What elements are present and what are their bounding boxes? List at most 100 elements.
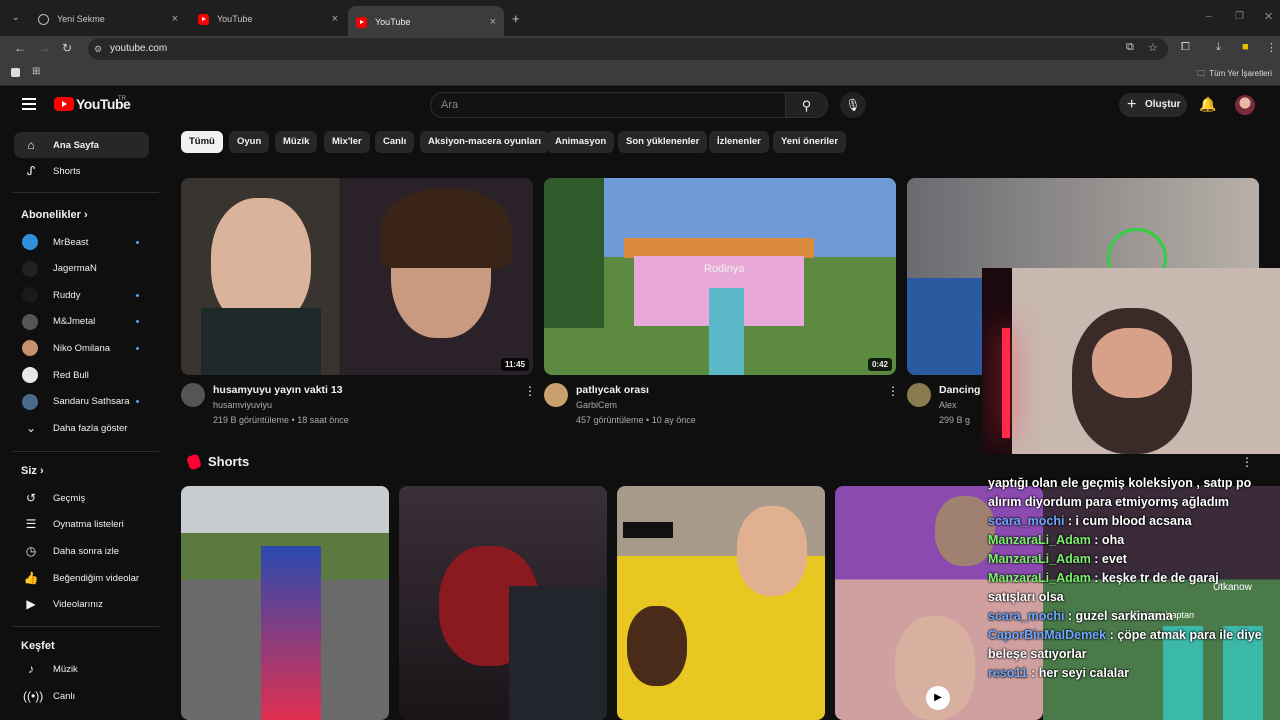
- address-bar[interactable]: ⚙ youtube.com: [88, 38, 1168, 60]
- sidebar-item-watch-later[interactable]: ◷ Daha sonra izle: [14, 538, 149, 564]
- search-button[interactable]: ⚲: [786, 92, 828, 118]
- video-duration: 0:42: [867, 358, 892, 371]
- sidebar-subscription-item[interactable]: Ruddy: [14, 282, 149, 308]
- short-thumbnail-1[interactable]: [181, 486, 389, 720]
- youtube-logo[interactable]: YouTube TR: [54, 96, 131, 112]
- filter-chip[interactable]: Tümü: [181, 131, 223, 153]
- account-avatar[interactable]: [1235, 95, 1255, 115]
- chat-message: alırım diyordum para etmiyormş ağladım: [988, 495, 1280, 509]
- filter-chip[interactable]: Mix'ler: [324, 131, 370, 153]
- bookmark-star-icon[interactable]: ☆: [1148, 41, 1158, 54]
- sidebar-subscription-item[interactable]: JagermaN: [14, 256, 149, 282]
- thumbnail-figure: [509, 586, 607, 720]
- video-meta: 457 görüntüleme • 10 ay önce: [576, 415, 696, 425]
- filter-chip[interactable]: Son yüklenenler: [618, 131, 708, 153]
- close-icon[interactable]: ×: [332, 13, 338, 25]
- filter-chip[interactable]: Müzik: [275, 131, 318, 153]
- all-bookmarks-button[interactable]: 🗀 Tüm Yer İşaretleri: [1197, 68, 1272, 82]
- site-info-icon[interactable]: ⚙: [94, 38, 102, 60]
- filter-chip[interactable]: İzlenenler: [709, 131, 769, 153]
- filter-chip[interactable]: Animasyon: [547, 131, 615, 153]
- more-actions-icon[interactable]: ⋮: [524, 384, 536, 398]
- sidebar-show-more[interactable]: ⌄ Daha fazla göster: [14, 415, 149, 441]
- sidebar-subscription-item[interactable]: Niko Omilana: [14, 335, 149, 361]
- sidebar-subscription-item[interactable]: Sandaru Sathsara: [14, 389, 149, 415]
- chat-text: satışları olsa: [988, 590, 1064, 604]
- sidebar-item-label: Shorts: [53, 165, 81, 177]
- channel-avatar[interactable]: [907, 383, 931, 407]
- install-app-icon[interactable]: ⧉: [1126, 41, 1134, 54]
- new-content-dot: [136, 240, 139, 244]
- video-channel[interactable]: Alex: [939, 400, 957, 410]
- sidebar-subscription-item[interactable]: M&Jmetal: [14, 309, 149, 335]
- video-title[interactable]: patlıycak orası: [576, 384, 649, 396]
- filter-chip[interactable]: Yeni öneriler: [773, 131, 847, 153]
- sidebar-item-live[interactable]: ((•)) Canlı: [14, 683, 149, 709]
- subscriptions-heading[interactable]: Abonelikler ›: [21, 209, 88, 221]
- tab-youtube-active[interactable]: YouTube ×: [348, 6, 504, 38]
- download-icon[interactable]: ⤓: [1216, 41, 1221, 54]
- sidebar-item-shorts[interactable]: ᔑ Shorts: [14, 158, 149, 184]
- channel-avatar[interactable]: [544, 383, 568, 407]
- reload-icon[interactable]: ↻: [62, 41, 72, 55]
- hamburger-menu-icon[interactable]: [22, 98, 36, 113]
- sidebar-item-history[interactable]: ↺ Geçmiş: [14, 485, 149, 511]
- minimize-icon[interactable]: –: [1206, 11, 1212, 22]
- video-title[interactable]: husamyuyu yayın vakti 13: [213, 384, 343, 396]
- sidebar-item-playlists[interactable]: ☰ Oynatma listeleri: [14, 511, 149, 537]
- thumbnail-shape: [907, 278, 987, 375]
- filter-chip[interactable]: Canlı: [375, 131, 415, 153]
- extension-icon[interactable]: ■: [1242, 41, 1249, 53]
- sidebar-item-label: Beğendiğim videolar: [53, 572, 140, 584]
- tab-search-icon[interactable]: ⌄: [12, 12, 20, 23]
- tab-youtube-1[interactable]: YouTube ×: [190, 6, 346, 32]
- channel-avatar: [22, 313, 38, 330]
- sidebar-subscription-item[interactable]: MrBeast: [14, 229, 149, 255]
- video-thumbnail-2[interactable]: Rodinya 0:42: [544, 178, 896, 375]
- chat-message: satışları olsa: [988, 590, 1280, 604]
- you-heading[interactable]: Siz ›: [21, 465, 44, 477]
- sidebar-item-liked[interactable]: 👍 Beğendiğim videolar: [14, 565, 149, 591]
- browser-tab-strip: ⌄ Yeni Sekme × YouTube × YouTube × + – ❐…: [0, 0, 1280, 38]
- sidebar-item-music[interactable]: ♪ Müzik: [14, 656, 149, 682]
- globe-icon: [38, 13, 49, 25]
- window-close-icon[interactable]: ✕: [1264, 10, 1273, 23]
- more-actions-icon[interactable]: ⋮: [887, 384, 899, 398]
- close-icon[interactable]: ×: [172, 13, 178, 25]
- tab-new-tab[interactable]: Yeni Sekme ×: [30, 6, 186, 32]
- extensions-icon[interactable]: ⧠: [1181, 41, 1190, 54]
- notifications-bell-icon[interactable]: 🔔: [1199, 96, 1216, 113]
- create-button[interactable]: + Oluştur: [1119, 93, 1187, 117]
- close-icon[interactable]: ×: [490, 16, 496, 28]
- taxi-sign: [623, 522, 673, 538]
- new-tab-icon[interactable]: +: [512, 11, 520, 26]
- channel-avatar: [22, 393, 38, 410]
- forward-icon[interactable]: →: [38, 41, 50, 55]
- channel-avatar[interactable]: [181, 383, 205, 407]
- shorts-logo-icon: [185, 452, 203, 471]
- short-thumbnail-2[interactable]: [399, 486, 607, 720]
- apps-grid-icon[interactable]: ⊞: [32, 66, 40, 77]
- filter-chip[interactable]: Aksiyon-macera oyunları: [420, 131, 549, 153]
- filter-chip[interactable]: Oyun: [229, 131, 270, 153]
- shorts-more-icon[interactable]: ⋮: [1241, 455, 1253, 469]
- video-channel[interactable]: husamviyuviyu: [213, 400, 272, 410]
- sidebar-item-label: Geçmiş: [53, 492, 86, 504]
- bookmark-app-icon[interactable]: [11, 68, 20, 77]
- sidebar-item-label: Sandaru Sathsara: [53, 396, 130, 408]
- play-icon[interactable]: ▶: [926, 686, 950, 710]
- video-thumbnail-1[interactable]: 11:45: [181, 178, 533, 375]
- voice-search-button[interactable]: 🎙: [840, 92, 866, 118]
- sidebar-item-label: Ruddy: [53, 289, 81, 301]
- sidebar-item-label: MrBeast: [53, 236, 89, 248]
- short-thumbnail-3[interactable]: [617, 486, 825, 720]
- back-icon[interactable]: ←: [14, 41, 26, 55]
- sidebar-item-your-videos[interactable]: ▶ Videolarınız: [14, 591, 149, 617]
- search-input[interactable]: Ara: [430, 92, 786, 118]
- video-channel[interactable]: GarbiCem: [576, 400, 617, 410]
- folder-icon: 🗀: [1197, 69, 1206, 78]
- restore-icon[interactable]: ❐: [1235, 11, 1244, 22]
- sidebar-subscription-item[interactable]: Red Bull: [14, 362, 149, 388]
- menu-icon[interactable]: ⋮: [1266, 41, 1277, 54]
- sidebar-item-home[interactable]: ⌂ Ana Sayfa: [14, 132, 149, 158]
